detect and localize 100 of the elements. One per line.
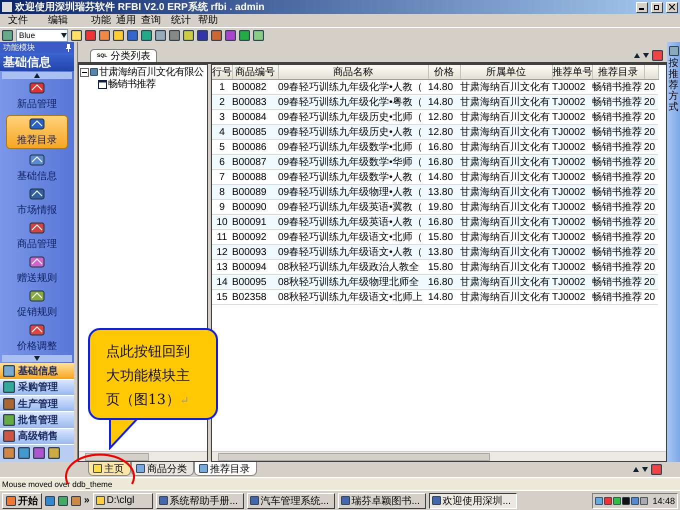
table-cell: TJ0002 <box>552 214 592 230</box>
menu-item[interactable]: 统计 <box>171 14 198 26</box>
pin-icon[interactable] <box>66 44 71 52</box>
table-cell: 09春轻巧训练九年级数学•北师（ <box>278 140 428 154</box>
table-cell: 20 <box>644 110 658 124</box>
menu-item[interactable]: 功能 <box>91 14 116 26</box>
bottom-tab[interactable]: 推荐目录 <box>194 462 257 476</box>
close-button[interactable] <box>666 2 678 12</box>
column-header[interactable]: 推荐单号 <box>552 65 592 80</box>
table-cell: 畅销书推荐 <box>592 170 644 184</box>
table-cell: 畅销书推荐 <box>592 290 644 304</box>
module-button[interactable]: 生产管理 <box>0 396 74 412</box>
table-cell: TJ0002 <box>552 200 592 214</box>
side-strip-label[interactable]: 按推荐方式 <box>668 58 678 113</box>
table-cell: 2 <box>212 94 232 110</box>
minimize-button[interactable] <box>636 2 648 12</box>
restore-icon <box>654 4 660 10</box>
sidebar-item[interactable]: 基础信息 <box>6 152 68 184</box>
table-cell: 16.80 <box>428 154 460 170</box>
theme-combo[interactable]: Blue <box>16 28 68 42</box>
table-cell: 08秋轻巧训练九年级物理北师全 <box>278 274 428 290</box>
table-cell: 畅销书推荐 <box>592 80 644 94</box>
table-cell: B00088 <box>232 170 278 184</box>
scroll-down-bar[interactable] <box>2 355 72 362</box>
menu-item[interactable]: 文件 <box>8 14 48 26</box>
menu-item[interactable]: 帮助 <box>198 14 228 26</box>
side-strip[interactable]: 按推荐方式 <box>667 42 680 462</box>
table-cell: 20 <box>644 290 658 304</box>
sidebar-item[interactable]: 价格调整 <box>6 322 68 354</box>
sidebar-item[interactable]: 市场情报 <box>6 186 68 218</box>
module-button[interactable]: 基础信息 <box>0 363 74 380</box>
tree-node[interactable]: 甘肃海纳百川文化有限公 <box>99 65 204 79</box>
table-cell: B00094 <box>232 260 278 274</box>
taskbar-window-button[interactable]: D:\clgl <box>92 492 153 508</box>
sidebar-item[interactable]: 促销规则 <box>6 288 68 320</box>
table-cell: B00082 <box>232 80 278 94</box>
table-cell: B00093 <box>232 244 278 260</box>
table-cell: B00087 <box>232 154 278 170</box>
table-cell: 畅销书推荐 <box>592 230 644 244</box>
taskbar-window-button[interactable]: 瑞芬卓颖图书... <box>338 492 426 508</box>
table-cell: 甘肃海纳百川文化有 <box>460 154 552 170</box>
table-cell: TJ0002 <box>552 154 592 170</box>
sidebar-item[interactable]: 商品管理 <box>6 220 68 252</box>
start-button[interactable]: 开始 <box>2 492 42 508</box>
menu-item[interactable]: 查询 <box>141 14 171 26</box>
table-cell: 09春轻巧训练九年级数学•人教（ <box>278 170 428 184</box>
table-cell: 9 <box>212 200 232 214</box>
table-cell: 10 <box>212 214 232 230</box>
table-cell: 14.80 <box>428 80 460 94</box>
sidebar-item[interactable]: 新品管理 <box>6 80 68 112</box>
table-cell: 19.80 <box>428 200 460 214</box>
column-header[interactable]: 推荐目录 <box>592 65 644 80</box>
table-cell: 14.80 <box>428 170 460 184</box>
module-button[interactable]: 采购管理 <box>0 380 74 396</box>
table-cell: B02358 <box>232 290 278 304</box>
bottom-tab[interactable]: 商品分类 <box>131 462 194 476</box>
table-cell: 甘肃海纳百川文化有 <box>460 274 552 290</box>
collapse-icon[interactable] <box>80 68 89 76</box>
more-chevron[interactable]: » <box>84 495 90 506</box>
table-cell: B00083 <box>232 94 278 110</box>
table-cell: 12.80 <box>428 124 460 140</box>
table-cell: 甘肃海纳百川文化有 <box>460 200 552 214</box>
taskbar-window-button[interactable]: 欢迎使用深圳... <box>428 492 517 508</box>
sidebar-item[interactable]: 赠送规则 <box>6 254 68 286</box>
tab-scroll-right-icon[interactable] <box>643 52 649 58</box>
table-cell: 20 <box>644 154 658 170</box>
column-header[interactable]: 行号 <box>212 65 232 80</box>
table-cell: 09春轻巧训练九年级语文•人教（ <box>278 244 428 260</box>
bottom-tab[interactable]: 主页 <box>88 462 131 476</box>
horizontal-scrollbar[interactable] <box>79 451 207 461</box>
table-cell: 畅销书推荐 <box>592 140 644 154</box>
menu-item[interactable]: 通用 <box>116 14 141 26</box>
tab-scroll-right-icon[interactable] <box>642 466 648 472</box>
column-header[interactable]: 价格 <box>428 65 460 80</box>
table-cell: 16.80 <box>428 140 460 154</box>
column-header[interactable]: 商品编号 <box>232 65 278 80</box>
tab-scroll-left-icon[interactable] <box>634 52 640 58</box>
clock: 14:48 <box>652 496 675 506</box>
sidebar-item[interactable]: 推荐目录 <box>6 115 68 150</box>
module-button[interactable]: 高级销售 <box>0 428 74 445</box>
tree-node[interactable]: 畅销书推荐 <box>108 77 156 91</box>
dropdown-arrow-icon[interactable] <box>61 32 67 38</box>
table-cell: 09春轻巧训练九年级英语•人教（ <box>278 214 428 230</box>
menu-item[interactable]: 编辑 <box>48 14 91 26</box>
tab-scroll-left-icon[interactable] <box>633 466 639 472</box>
restore-button[interactable] <box>651 2 663 12</box>
module-button[interactable]: 批售管理 <box>0 412 74 429</box>
table-cell: 甘肃海纳百川文化有 <box>460 94 552 110</box>
taskbar-window-button[interactable]: 系统帮助手册... <box>156 492 244 508</box>
table-cell: TJ0002 <box>552 140 592 154</box>
scroll-up-bar[interactable] <box>2 72 72 80</box>
table-cell: 14.80 <box>428 290 460 304</box>
table-cell: TJ0002 <box>552 260 592 274</box>
taskbar-window-button[interactable]: 汽车管理系统... <box>246 492 335 508</box>
horizontal-scrollbar[interactable] <box>212 451 666 461</box>
table-cell: 畅销书推荐 <box>592 274 644 290</box>
column-header[interactable]: 商品名称 <box>278 65 428 80</box>
table-cell: 11 <box>212 230 232 244</box>
column-header[interactable]: 所属单位 <box>460 65 552 80</box>
table-cell: 20 <box>644 200 658 214</box>
